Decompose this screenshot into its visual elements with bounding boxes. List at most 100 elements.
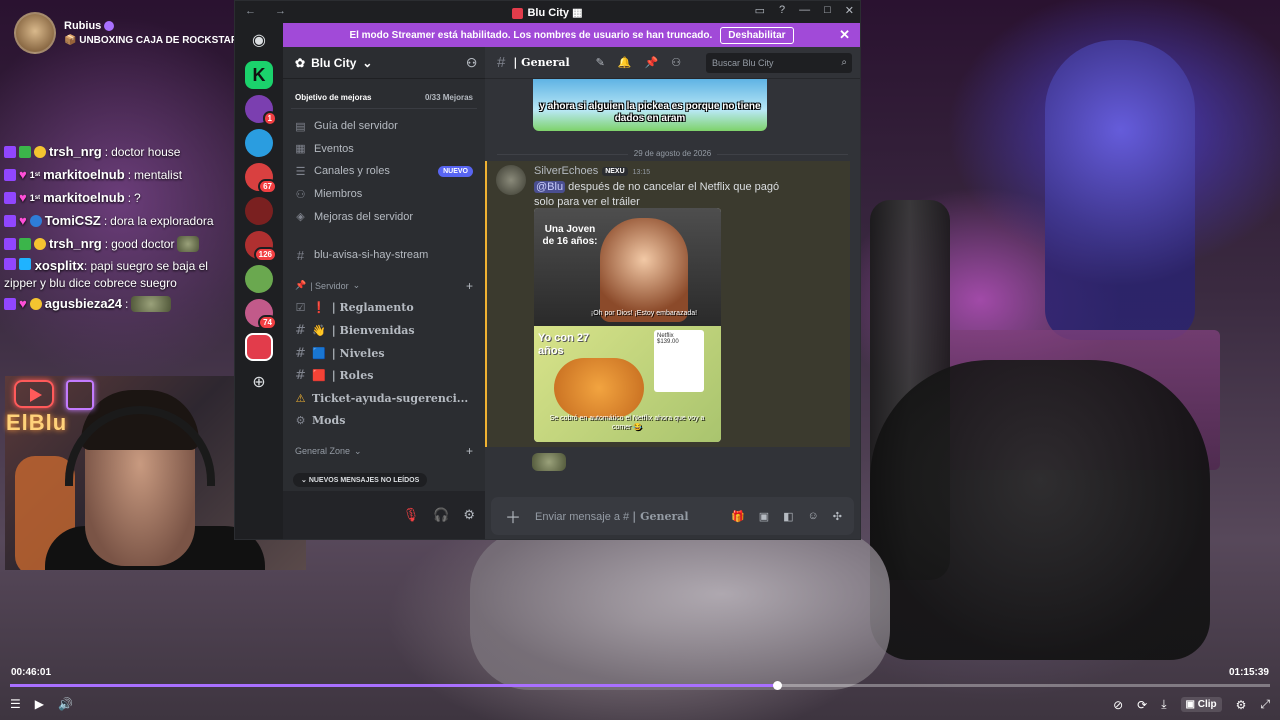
chat-username[interactable]: agusbieza24 <box>45 296 122 311</box>
user-settings-icon[interactable]: ⚙ <box>463 507 475 523</box>
mute-mic-icon[interactable]: 🎙 <box>403 507 420 523</box>
threads-icon[interactable]: ✎ <box>596 56 605 69</box>
netflix-bill: Netflix $139.00 <box>654 330 704 392</box>
server-icon[interactable] <box>245 129 273 157</box>
highlighted-message: SilverEchoes NEXU 13:15 @Blu después de no… <box>485 161 850 447</box>
notifications-bell-icon[interactable]: 🔔 <box>618 56 632 69</box>
download-icon[interactable]: ⤓ <box>1161 697 1166 712</box>
first-badge-icon: 1ˢᵗ <box>29 192 41 203</box>
member-list-icon[interactable]: ⚇ <box>671 56 681 69</box>
channel-name: | Niveles <box>331 346 385 360</box>
channel-item[interactable]: # 🟥 | Roles <box>283 364 485 387</box>
hash-icon: # <box>295 322 306 338</box>
volume-icon[interactable]: 🔊 <box>58 697 73 711</box>
add-channel-icon[interactable]: + <box>466 279 473 293</box>
message-composer[interactable]: ＋ Enviar mensaje a # | General 🎁 ▣ ◧ ☺ ✣ <box>491 497 854 535</box>
apps-icon[interactable]: ✣ <box>833 510 842 523</box>
chat-username[interactable]: markitoelnub <box>43 167 125 182</box>
gif-icon[interactable]: ▣ <box>759 510 769 523</box>
first-badge-icon: 1ˢᵗ <box>29 169 41 180</box>
cartoon-girl <box>600 218 688 322</box>
boost-goal[interactable]: Objetivo de mejoras 0/33 Mejoras <box>291 87 477 109</box>
image-attachment[interactable]: y ahora si alguien la pickea es porque n… <box>533 79 767 131</box>
meme-top-text: Una Joven de 16 años: <box>542 224 598 247</box>
stream-video[interactable]: Rubius 📦 UNBOXING CAJA DE ROCKSTAR 📦 N t… <box>0 0 1280 720</box>
category-general-zone[interactable]: General Zone ⌄ + <box>283 440 485 462</box>
message-input[interactable]: Enviar mensaje a # | General <box>535 510 689 523</box>
avatar[interactable] <box>496 165 526 195</box>
channel-item[interactable]: # 👋 | Bienvenidas <box>283 319 485 342</box>
settings-gear-icon[interactable]: ⚙ <box>1236 698 1247 712</box>
emoji-icon[interactable]: ☺ <box>808 510 819 523</box>
nav-label: Mejoras del servidor <box>314 210 414 223</box>
maximize-icon[interactable]: □ <box>824 4 831 17</box>
chat-username[interactable]: TomiCSZ <box>45 213 101 228</box>
nav-channels-roles[interactable]: ☰ Canales y roles NUEVO <box>283 160 485 183</box>
captions-off-icon[interactable]: ⊘ <box>1113 698 1123 712</box>
server-settings-icon: ✿ <box>295 55 306 70</box>
chat-username[interactable]: xosplitx <box>35 258 84 273</box>
chat-username[interactable]: trsh_nrg <box>49 144 102 159</box>
add-server-icon[interactable]: ⊕ <box>245 369 273 397</box>
server-kick-icon[interactable]: K <box>245 61 273 89</box>
discord-home-icon[interactable]: ◉ <box>245 27 273 55</box>
server-icon[interactable]: 1 <box>245 95 277 126</box>
streamer-name[interactable]: Rubius <box>64 20 101 32</box>
pinned-icon[interactable]: 📌 <box>645 56 659 69</box>
disable-streamer-mode-button[interactable]: Deshabilitar <box>720 26 794 44</box>
category-server[interactable]: 📌 | Servidor ⌄ + <box>283 275 485 297</box>
seek-bar[interactable] <box>10 681 1270 690</box>
invite-people-icon[interactable]: ⚇ <box>466 56 477 70</box>
sticker-icon[interactable]: ◧ <box>783 510 793 523</box>
server-icon[interactable]: 126 <box>245 231 277 262</box>
help-icon[interactable]: ? <box>779 4 785 17</box>
server-icon[interactable] <box>245 265 273 293</box>
time-total: 01:15:39 <box>1228 667 1269 678</box>
message-author[interactable]: SilverEchoes <box>534 165 598 177</box>
server-blu-city-icon[interactable] <box>245 333 273 361</box>
add-channel-icon[interactable]: + <box>466 444 473 458</box>
headphones-icon[interactable]: 🎧 <box>433 507 449 523</box>
channel-item[interactable]: ⚠ Ticket-ayuda-sugerenci... <box>283 387 485 410</box>
pin-icon: 📌 <box>295 280 307 291</box>
seek-progress <box>10 684 778 687</box>
nav-events[interactable]: ▦ Eventos <box>283 138 485 161</box>
heart-badge-icon: ♥ <box>19 295 27 311</box>
mod-badge-icon <box>19 237 31 250</box>
chapters-icon[interactable]: ☰ <box>10 697 21 711</box>
nav-members[interactable]: ⚇ Miembros <box>283 183 485 206</box>
sub-badge-icon <box>4 237 16 250</box>
attach-plus-icon[interactable]: ＋ <box>505 504 521 528</box>
close-banner-icon[interactable]: ✕ <box>839 27 850 43</box>
search-input[interactable]: Buscar Blu City ⌕ <box>706 53 852 73</box>
gift-icon[interactable]: 🎁 <box>731 510 745 523</box>
clip-button[interactable]: ▣ Clip <box>1180 697 1222 712</box>
server-icon[interactable]: 67 <box>245 163 277 194</box>
inbox-icon[interactable]: ▭ <box>755 4 765 17</box>
server-name: Blu City <box>311 55 357 70</box>
chat-username[interactable]: trsh_nrg <box>49 236 102 251</box>
mention[interactable]: @Blu <box>534 181 566 193</box>
meme-image[interactable]: Una Joven de 16 años: ¡Oh por Dios! ¡Est… <box>534 208 721 442</box>
chat-username[interactable]: markitoelnub <box>43 190 125 205</box>
minimize-icon[interactable]: — <box>799 4 810 17</box>
server-icon[interactable] <box>245 197 273 225</box>
channel-item[interactable]: ☑ ❗ | Reglamento <box>283 297 485 320</box>
close-icon[interactable]: ✕ <box>845 4 854 17</box>
sticker-image[interactable] <box>532 453 566 471</box>
fullscreen-icon[interactable]: ⤢ <box>1260 697 1270 712</box>
nav-server-boosts[interactable]: ◈ Mejoras del servidor <box>283 205 485 228</box>
time-elapsed: 00:46:01 <box>11 667 52 678</box>
replay-icon[interactable]: ⟳ <box>1137 698 1147 712</box>
new-unread-messages-pill[interactable]: ⌄ NUEVOS MENSAJES NO LEÍDOS <box>293 473 428 487</box>
play-icon[interactable]: ▶ <box>35 697 44 711</box>
mention-count-badge: 74 <box>258 315 277 330</box>
channel-item[interactable]: # 🟦 | Niveles <box>283 342 485 365</box>
sub-badge-icon <box>4 145 16 158</box>
server-header[interactable]: ✿ Blu City ⌄ ⚇ <box>283 47 485 79</box>
channel-item[interactable]: ⚙ Mods <box>283 410 485 433</box>
nav-server-guide[interactable]: ▤ Guía del servidor <box>283 115 485 138</box>
streamer-avatar[interactable] <box>14 12 56 54</box>
server-icon[interactable]: 74 <box>245 299 277 330</box>
channel-item[interactable]: # blu-avisa-si-hay-stream <box>283 244 485 267</box>
